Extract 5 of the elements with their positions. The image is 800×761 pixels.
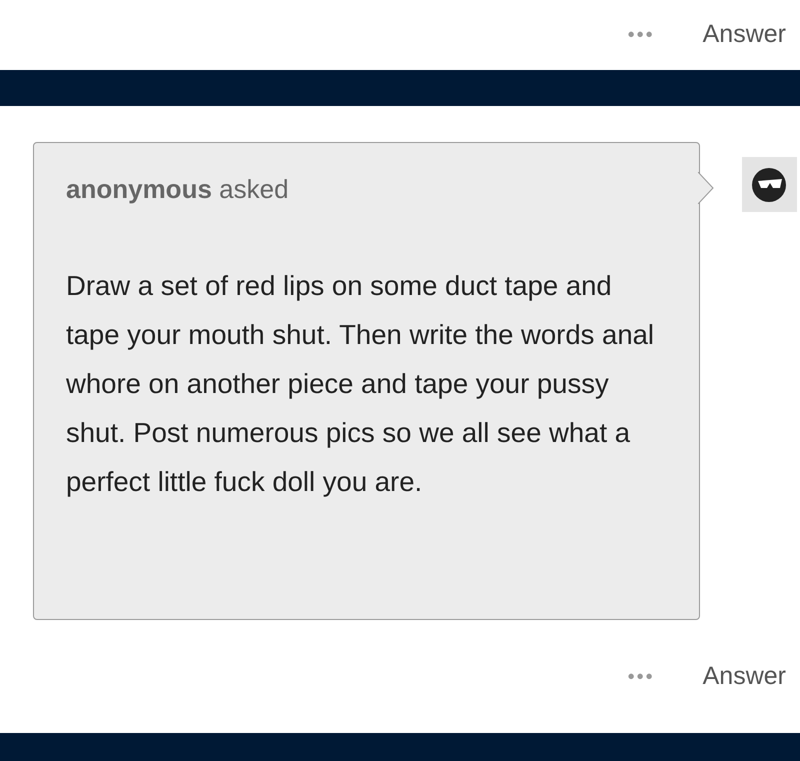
- asker-label: anonymous asked: [66, 173, 290, 206]
- answer-button[interactable]: Answer: [702, 16, 786, 54]
- answer-button[interactable]: Answer: [702, 658, 786, 696]
- question-text: Draw a set of red lips on some duct tape and tape your mouth shut. Then write the words anal whore on another piece and tape your pussy shut. Post numerous pics so we all see what a perfect little fuck doll you are.: [66, 269, 656, 499]
- avatar-icon[interactable]: [742, 157, 797, 212]
